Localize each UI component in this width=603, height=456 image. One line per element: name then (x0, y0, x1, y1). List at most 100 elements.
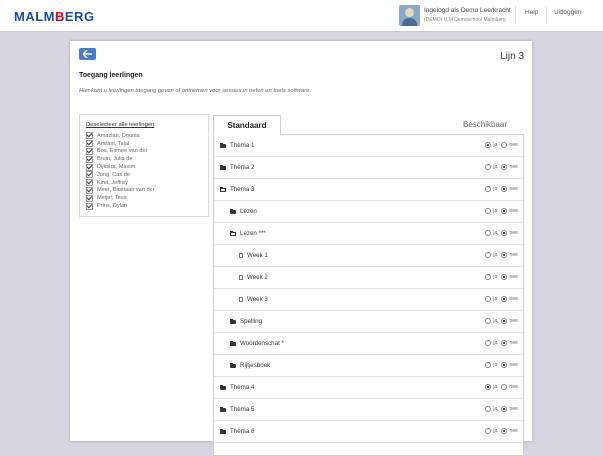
radio-nee[interactable]: nee (501, 384, 518, 390)
tab-standard[interactable]: Standaard (213, 115, 281, 136)
radio-button[interactable] (501, 164, 508, 170)
page-description: Hier kunt u leerlingen toegang geven of … (79, 88, 312, 94)
radio-ja[interactable]: ja (485, 406, 497, 412)
radio-button[interactable] (485, 208, 492, 214)
radio-button[interactable] (501, 318, 508, 324)
radio-ja[interactable]: ja (485, 296, 497, 302)
radio-nee[interactable]: nee (501, 164, 518, 170)
student-checkbox[interactable] (86, 155, 93, 163)
tree-item[interactable]: Thema 2 (220, 164, 254, 171)
radio-label: ja (493, 362, 498, 368)
student-checkbox[interactable] (86, 171, 93, 179)
radio-ja[interactable]: ja (485, 362, 497, 368)
tree-item-label: Week 1 (247, 252, 268, 259)
radio-nee[interactable]: nee (501, 208, 518, 214)
access-radio-group: ja nee (481, 296, 518, 302)
tree-item[interactable]: Thema 4 (220, 384, 254, 391)
radio-button[interactable] (485, 340, 492, 346)
tree-item[interactable]: Lezen *** (230, 230, 266, 237)
student-checkbox[interactable] (86, 186, 93, 194)
tree-item[interactable]: Thema 1 (220, 142, 254, 149)
radio-button[interactable] (501, 142, 508, 148)
level-label: Lijn 3 (500, 51, 524, 62)
deselect-all-link[interactable]: Deselecteer alle leerlingen (86, 122, 154, 128)
student-item: Bruin, Julia de (86, 155, 155, 163)
radio-button[interactable] (501, 230, 508, 236)
radio-button[interactable] (485, 384, 492, 390)
radio-nee[interactable]: nee (501, 252, 518, 258)
radio-nee[interactable]: nee (501, 362, 518, 368)
radio-button[interactable] (485, 142, 492, 148)
radio-nee[interactable]: nee (501, 274, 518, 280)
radio-label: nee (509, 230, 518, 236)
tree-item[interactable]: Lezen (230, 208, 257, 215)
folder-open-icon (220, 186, 226, 192)
radio-button[interactable] (485, 296, 492, 302)
access-radio-group: ja nee (481, 186, 518, 192)
radio-button[interactable] (501, 296, 508, 302)
tree-item[interactable]: Thema 3 (220, 186, 254, 193)
student-checkbox[interactable] (86, 202, 93, 210)
tree-item[interactable]: Week 2 (239, 274, 268, 281)
student-checkbox[interactable] (86, 147, 93, 155)
top-bar: MALMBERG Ingelogd als Demo Leerkracht (D… (0, 0, 603, 32)
radio-ja[interactable]: ja (485, 186, 497, 192)
radio-nee[interactable]: nee (501, 142, 518, 148)
radio-button[interactable] (485, 274, 492, 280)
radio-nee[interactable]: nee (501, 186, 518, 192)
radio-button[interactable] (485, 362, 492, 368)
radio-button[interactable] (485, 230, 492, 236)
student-checkbox[interactable] (86, 179, 93, 187)
radio-button[interactable] (485, 318, 492, 324)
tree-item[interactable]: Woordenschat * (230, 340, 284, 347)
folder-closed-icon (230, 340, 236, 346)
student-checkbox[interactable] (86, 132, 93, 140)
student-name: Dijkstra, Maxim (97, 164, 136, 171)
tree-item[interactable]: Thema 5 (220, 406, 254, 413)
radio-button[interactable] (485, 252, 492, 258)
radio-ja[interactable]: ja (485, 274, 497, 280)
radio-nee[interactable]: nee (501, 318, 518, 324)
back-button[interactable] (79, 48, 96, 60)
radio-ja[interactable]: ja (485, 164, 497, 170)
tree-item[interactable]: Spelling (230, 318, 262, 325)
radio-ja[interactable]: ja (485, 252, 497, 258)
radio-button[interactable] (501, 406, 508, 412)
radio-nee[interactable]: nee (501, 406, 518, 412)
radio-button[interactable] (501, 252, 508, 258)
radio-button[interactable] (501, 274, 508, 280)
malmberg-logo[interactable]: MALMBERG (14, 9, 95, 24)
main-card: Lijn 3 Toegang leerlingen Hier kunt u le… (70, 41, 532, 456)
radio-button[interactable] (501, 384, 508, 390)
student-checkbox[interactable] (86, 194, 93, 202)
logout-link[interactable]: Uitloggen (554, 9, 581, 16)
radio-button[interactable] (485, 186, 492, 192)
radio-ja[interactable]: ja (485, 318, 497, 324)
radio-ja[interactable]: ja (485, 384, 497, 390)
radio-ja[interactable]: ja (485, 230, 497, 236)
tab-available[interactable]: Beschikbaar (442, 115, 528, 134)
radio-button[interactable] (501, 186, 508, 192)
radio-nee[interactable]: nee (501, 296, 518, 302)
radio-label: ja (493, 296, 498, 302)
radio-button[interactable] (485, 164, 492, 170)
help-link[interactable]: Help (525, 9, 538, 16)
student-checkbox[interactable] (86, 140, 93, 148)
access-radio-group: ja nee (481, 164, 518, 170)
radio-button[interactable] (501, 340, 508, 346)
tree-item-label: Thema 3 (230, 186, 255, 193)
radio-nee[interactable]: nee (501, 340, 518, 346)
tree-item[interactable]: Thema 6 (220, 428, 254, 435)
radio-button[interactable] (501, 362, 508, 368)
user-school: (DEMO) U.M Demoschool Malmberg (424, 17, 506, 23)
radio-nee[interactable]: nee (501, 230, 518, 236)
radio-button[interactable] (485, 406, 492, 412)
radio-button[interactable] (501, 208, 508, 214)
tree-row: Thema 1 ja nee (214, 135, 523, 157)
radio-ja[interactable]: ja (485, 340, 497, 346)
radio-ja[interactable]: ja (485, 208, 497, 214)
tree-item[interactable]: Week 3 (239, 296, 268, 303)
tree-item[interactable]: Rijtjesboek (230, 362, 270, 369)
radio-ja[interactable]: ja (485, 142, 497, 148)
tree-item[interactable]: Week 1 (239, 252, 268, 259)
